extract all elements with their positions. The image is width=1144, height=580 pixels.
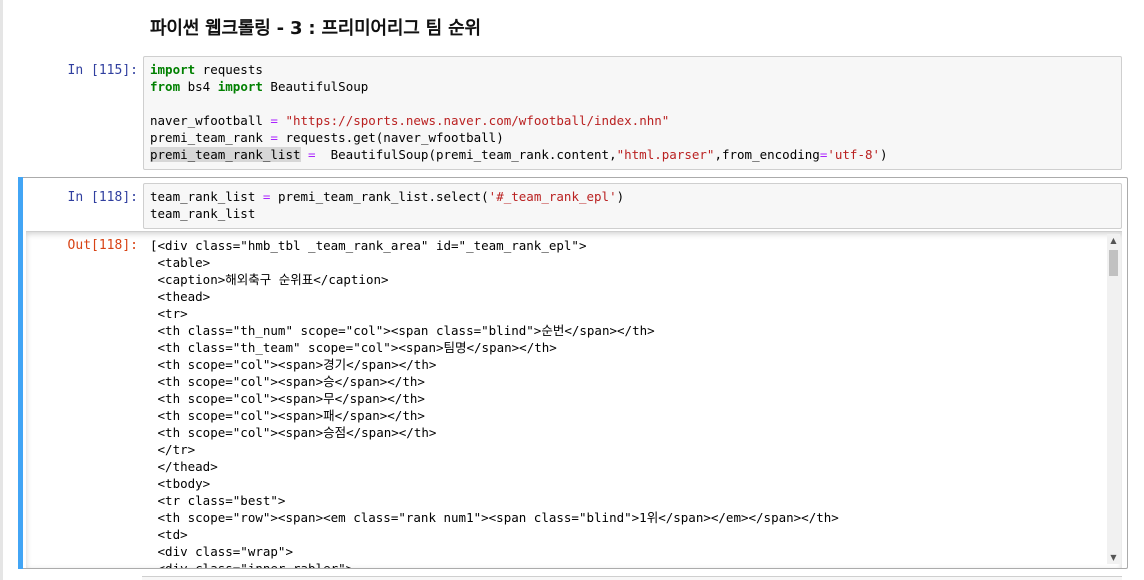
- code-token-highlighted: premi_team_rank_list: [150, 147, 301, 162]
- code-token: "html.parser": [616, 147, 715, 162]
- triangle-up-icon[interactable]: ▲: [1107, 234, 1120, 247]
- cell1-code-editor[interactable]: import requests from bs4 import Beautifu…: [143, 56, 1122, 170]
- output-line: <div class="inner_rabler">: [150, 560, 839, 568]
- code-token: ,from_encoding: [714, 147, 820, 162]
- notebook-page: 파이썬 웹크롤링 - 3 : 프리미어리그 팀 순위 In [115]: imp…: [0, 0, 1144, 580]
- code-token: "https://sports.news.naver.com/wfootball…: [285, 113, 670, 128]
- selected-cell-indicator: [18, 177, 23, 569]
- cell2-output-prompt: Out[118]:: [67, 238, 138, 253]
- output-line: <thead>: [150, 289, 211, 304]
- code-token: 'utf-8': [827, 147, 881, 162]
- code-token: bs4: [180, 79, 218, 94]
- next-cell-edge[interactable]: [142, 576, 1122, 580]
- output-line: <th scope="col"><span>경기</span></th>: [150, 357, 437, 372]
- output-line: <td>: [150, 527, 188, 542]
- code-token: team_rank_list: [150, 206, 256, 221]
- cell2-output-area[interactable]: Out[118]: [<div class="hmb_tbl _team_ran…: [26, 231, 1122, 568]
- code-token: requests.get(naver_wfootball): [277, 130, 504, 145]
- output-scrollbar[interactable]: ▲ ▼: [1107, 234, 1120, 564]
- code-token: =: [270, 130, 278, 145]
- code-token: BeautifulSoup: [262, 79, 369, 94]
- output-line: <tbody>: [150, 476, 211, 491]
- output-line: <th scope="col"><span>승</span></th>: [150, 374, 425, 389]
- code-token: ): [616, 189, 625, 204]
- output-line: <th class="th_team" scope="col"><span>팀명…: [150, 340, 557, 355]
- code-token: naver_wfootball: [150, 113, 271, 128]
- output-line: <th scope="col"><span>패</span></th>: [150, 408, 425, 423]
- output-line: </tr>: [150, 442, 196, 457]
- output-line: </thead>: [150, 459, 218, 474]
- code-token: from: [150, 79, 181, 94]
- triangle-down-icon[interactable]: ▼: [1107, 551, 1120, 564]
- output-line: [<div class="hmb_tbl _team_rank_area" id…: [150, 238, 587, 253]
- scrollbar-thumb[interactable]: [1109, 250, 1118, 276]
- output-line: <th scope="col"><span>승점</span></th>: [150, 425, 437, 440]
- markdown-heading: 파이썬 웹크롤링 - 3 : 프리미어리그 팀 순위: [150, 18, 481, 39]
- cell2-code-editor[interactable]: team_rank_list = premi_team_rank_list.se…: [143, 183, 1122, 229]
- code-token: team_rank_list: [150, 189, 263, 204]
- code-token: =: [308, 147, 316, 162]
- output-line: <tr>: [150, 306, 188, 321]
- code-token: '#_team_rank_epl': [488, 189, 617, 204]
- output-line: <th class="th_num" scope="col"><span cla…: [150, 323, 655, 338]
- code-token: import: [217, 79, 263, 94]
- output-line: <th scope="col"><span>무</span></th>: [150, 391, 425, 406]
- code-token: =: [270, 113, 278, 128]
- notebook-left-edge: [0, 0, 3, 580]
- code-token: ): [880, 147, 888, 162]
- code-token: premi_team_rank: [150, 130, 271, 145]
- output-text: [<div class="hmb_tbl _team_rank_area" id…: [150, 237, 839, 568]
- output-line: <div class="wrap">: [150, 544, 293, 559]
- cell2-input-prompt: In [118]:: [67, 190, 138, 205]
- output-line: <tr class="best">: [150, 493, 286, 508]
- output-line: <caption>해외축구 순위표</caption>: [150, 272, 389, 287]
- code-token: BeautifulSoup(premi_team_rank.content,: [315, 147, 617, 162]
- code-token: import: [150, 62, 196, 77]
- code-token: premi_team_rank_list.select(: [270, 189, 489, 204]
- output-line: <th scope="row"><span><em class="rank nu…: [150, 510, 839, 525]
- code-token: requests: [195, 62, 263, 77]
- cell1-input-prompt: In [115]:: [67, 63, 138, 78]
- output-line: <table>: [150, 255, 211, 270]
